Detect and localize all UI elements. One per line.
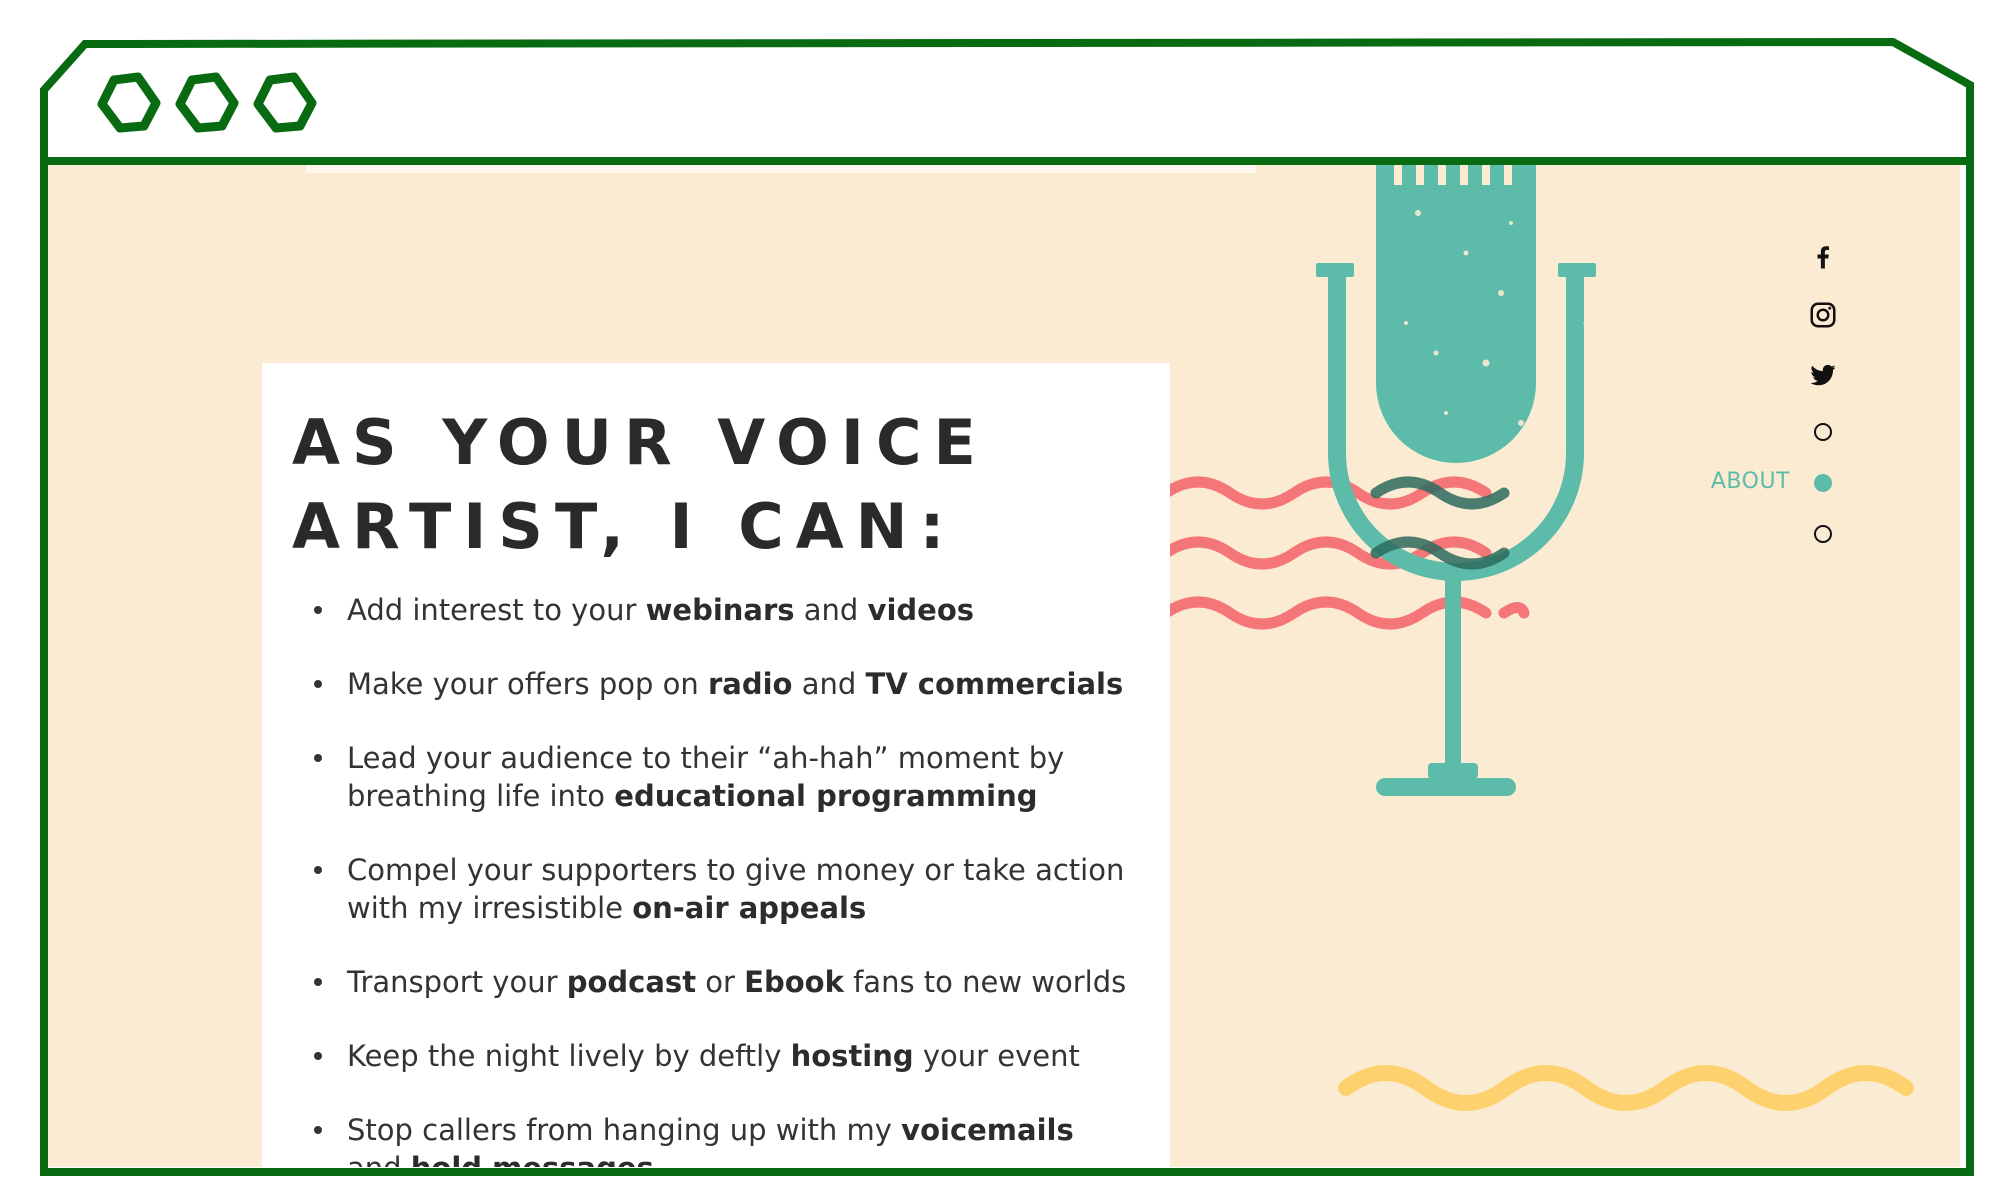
- service-item: Keep the night lively by deftly hosting …: [292, 1037, 1127, 1075]
- twitter-icon: [1810, 364, 1836, 386]
- service-keyword: TV commercials: [865, 667, 1124, 701]
- mic-stand: [1316, 263, 1596, 796]
- service-keyword: Ebook: [744, 965, 844, 999]
- wave-overlap: [1370, 476, 1510, 570]
- service-text: Add interest to your: [347, 593, 646, 627]
- service-keyword: hold messages: [411, 1151, 654, 1167]
- window-controls: [97, 72, 317, 133]
- headline-line-2: ARTIST, I CAN:: [292, 490, 957, 563]
- service-item: Compel your supporters to give money or …: [292, 851, 1127, 927]
- service-keyword: voicemails: [901, 1113, 1074, 1147]
- service-item: Transport your podcast or Ebook fans to …: [292, 963, 1127, 1001]
- red-waves-front: [1498, 602, 1530, 619]
- service-item: Add interest to your webinars and videos: [292, 591, 1127, 629]
- section-nav-label-about[interactable]: ABOUT: [1711, 469, 1790, 495]
- header-strip: [306, 163, 1256, 173]
- service-item: Make your offers pop on radio and TV com…: [292, 665, 1127, 703]
- service-keyword: videos: [867, 593, 975, 627]
- service-keyword: radio: [707, 667, 793, 701]
- service-text: fans to new worlds: [843, 965, 1127, 999]
- instagram-icon: [1810, 302, 1836, 328]
- facebook-icon: [1817, 246, 1829, 269]
- headline-line-1: AS YOUR VOICE: [292, 406, 988, 479]
- window-control-1: [97, 72, 161, 133]
- service-text: Keep the night lively by deftly: [347, 1039, 791, 1073]
- services-list: Add interest to your webinars and videos…: [292, 591, 1140, 1167]
- red-waves: [1160, 476, 1492, 630]
- service-keyword: podcast: [566, 965, 697, 999]
- mic-capsule: [1353, 163, 1589, 568]
- section-nav-dot-3[interactable]: [1814, 525, 1832, 543]
- service-text: Stop callers from hanging up with my: [347, 1113, 902, 1147]
- service-item: Stop callers from hanging up with my voi…: [292, 1111, 1127, 1167]
- service-text: Transport your: [347, 965, 567, 999]
- screen: AS YOUR VOICE ARTIST, I CAN: Add interes…: [0, 0, 2000, 1200]
- service-keyword: educational programming: [614, 779, 1038, 813]
- instagram-link[interactable]: [1806, 298, 1840, 332]
- twitter-link[interactable]: [1806, 358, 1840, 392]
- service-keyword: webinars: [645, 593, 795, 627]
- facebook-link[interactable]: [1806, 239, 1840, 273]
- services-card: AS YOUR VOICE ARTIST, I CAN: Add interes…: [262, 363, 1170, 1167]
- right-rail: ABOUT: [1560, 243, 1840, 583]
- section-nav-dot-1[interactable]: [1814, 423, 1832, 441]
- service-text: or: [696, 965, 745, 999]
- service-text: and: [794, 593, 868, 627]
- page-headline: AS YOUR VOICE ARTIST, I CAN:: [292, 401, 1112, 569]
- window-control-2: [175, 72, 239, 133]
- service-text: and: [792, 667, 866, 701]
- service-item: Lead your audience to their “ah-hah” mom…: [292, 739, 1127, 815]
- service-text: your event: [913, 1039, 1080, 1073]
- yellow-wave: [1338, 1065, 1914, 1111]
- service-text: and: [347, 1151, 411, 1167]
- section-nav-dot-about[interactable]: [1814, 474, 1832, 492]
- page-viewport: AS YOUR VOICE ARTIST, I CAN: Add interes…: [46, 163, 1960, 1167]
- service-text: Make your offers pop on: [347, 667, 708, 701]
- window-control-3: [253, 72, 317, 133]
- service-keyword: hosting: [790, 1039, 914, 1073]
- service-keyword: on-air appeals: [632, 891, 867, 925]
